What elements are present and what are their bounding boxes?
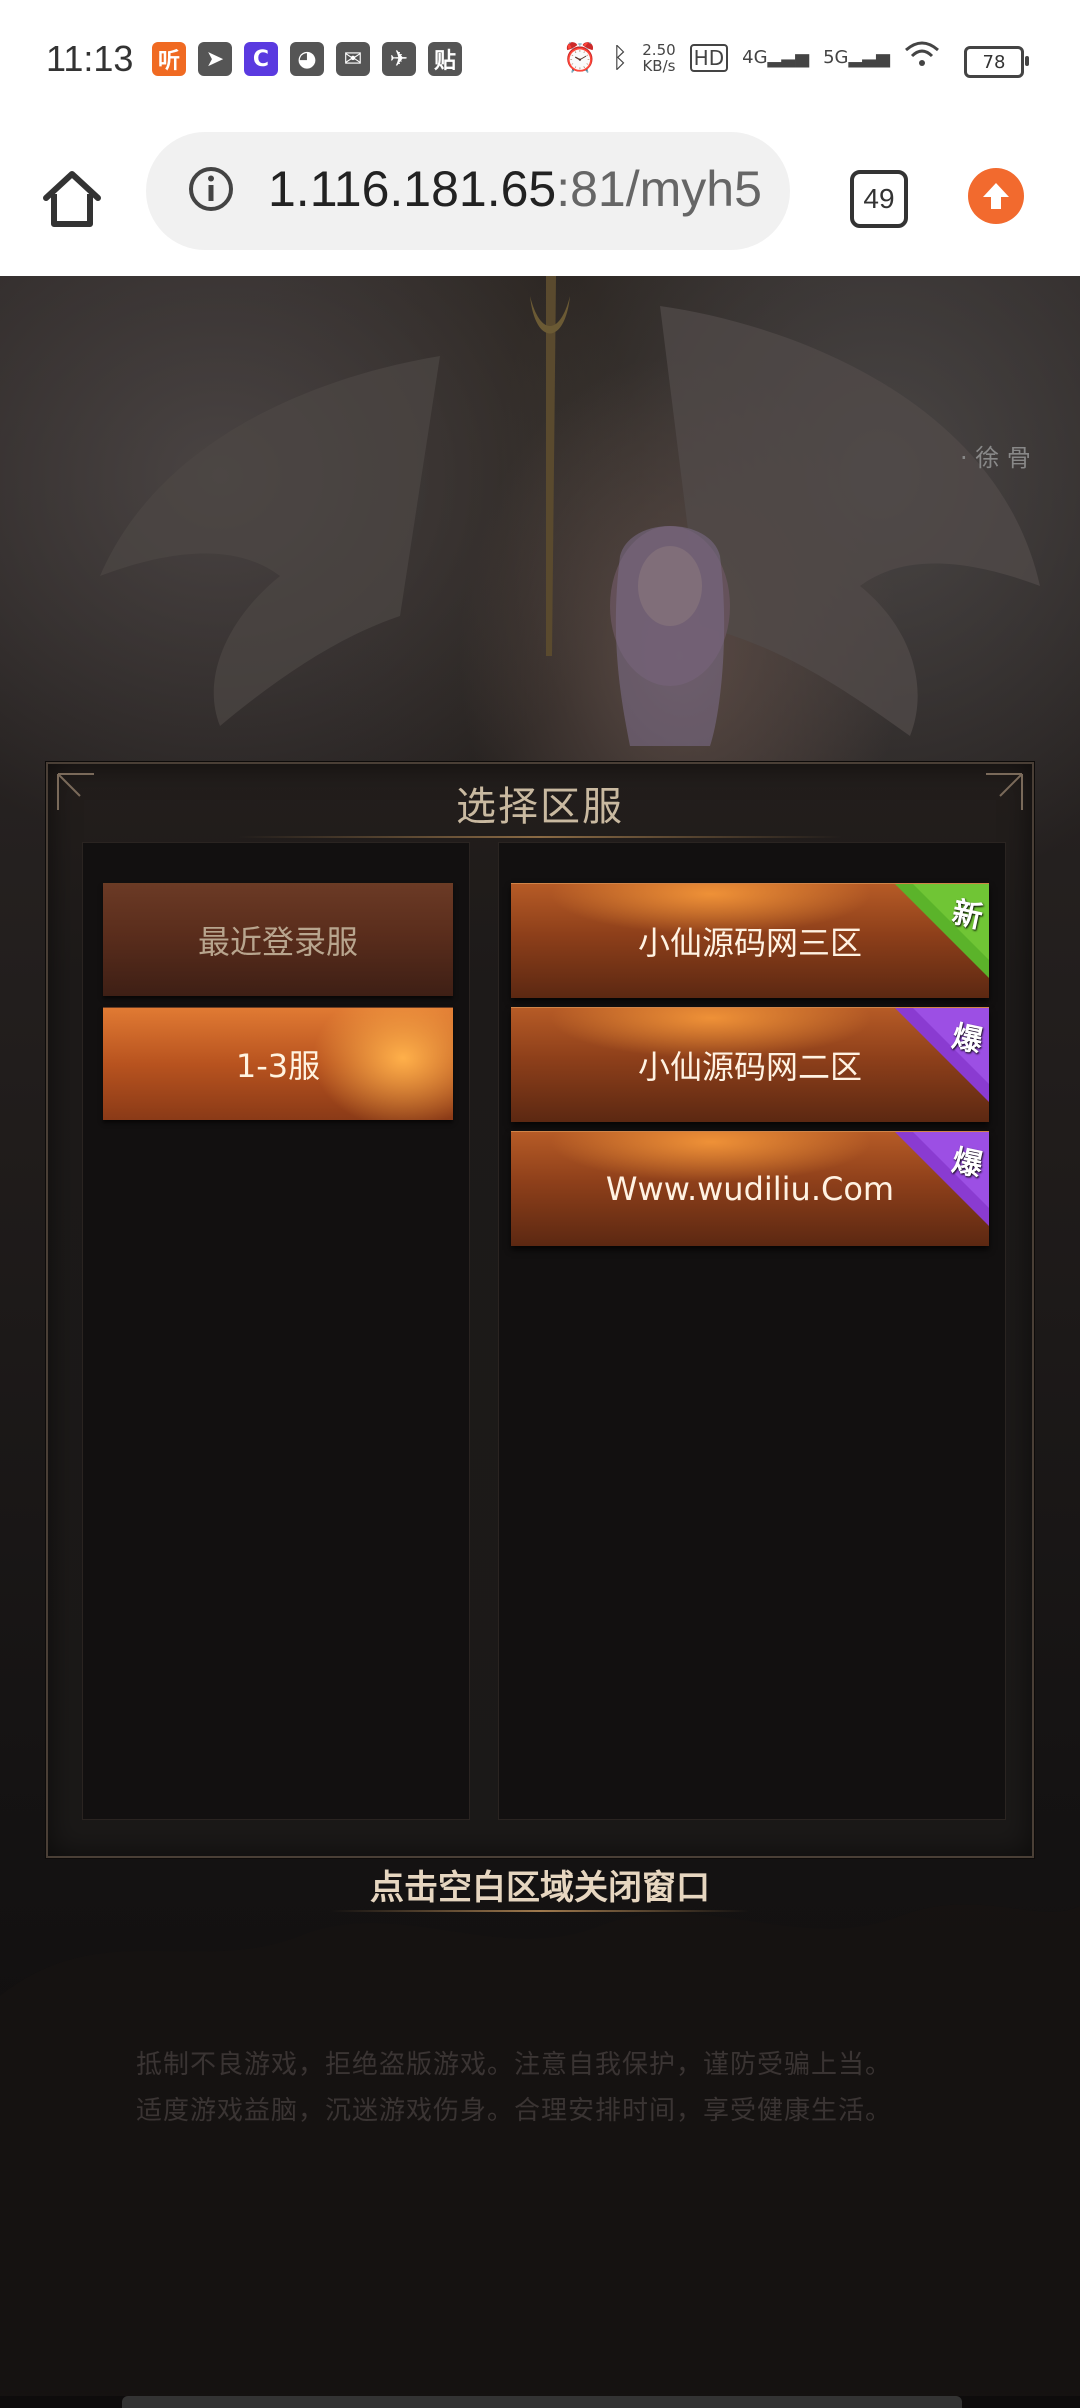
background-wing-left xyxy=(100,356,440,726)
signal-5g-icon: 5G▂▃▅ xyxy=(823,47,890,68)
server-name: 小仙源码网二区 xyxy=(637,1048,862,1086)
url-host: 1.116.181.65 xyxy=(268,161,557,217)
server-list: 小仙源码网三区 新 小仙源码网二区 爆 Www.wudiliu.Com 爆 xyxy=(498,842,1006,1820)
tab-recent-label: 最近登录服 xyxy=(197,923,358,961)
home-icon xyxy=(43,171,101,227)
tab-server-group-1-3[interactable]: 1-3服 xyxy=(103,1007,453,1120)
signal-4g-label: 4G xyxy=(742,47,768,68)
server-select-dialog: 选择区服 最近登录服 1-3服 小仙源码网三区 新 小仙源码网二区 爆 Www.… xyxy=(46,762,1034,1858)
telegram-icon: ➤ xyxy=(198,42,232,76)
site-info-icon[interactable] xyxy=(188,166,234,212)
health-notice-line-1: 抵制不良游戏，拒绝盗版游戏。注意自我保护，谨防受骗上当。 xyxy=(136,2050,893,2080)
update-button[interactable] xyxy=(968,168,1024,224)
tab-switcher-button[interactable]: 49 xyxy=(850,170,908,228)
signal-4g-icon: 4G▂▃▅ xyxy=(742,47,810,68)
wifi-icon xyxy=(904,40,940,75)
alarm-icon: ⏰ xyxy=(562,41,598,74)
background-signature: · 徐 骨 xyxy=(960,444,1031,472)
battery-icon: 78 xyxy=(964,46,1029,78)
title-divider xyxy=(238,836,842,838)
tab-group-label: 1-3服 xyxy=(235,1047,321,1085)
health-notice-line-2: 适度游戏益脑，沉迷游戏伤身。合理安排时间，享受健康生活。 xyxy=(136,2096,893,2126)
browser-toolbar: 1.116.181.65:81/myh5 49 xyxy=(0,120,1080,276)
address-bar[interactable]: 1.116.181.65:81/myh5 xyxy=(146,132,790,250)
signal-5g-label: 5G xyxy=(823,47,849,68)
notification-icons: 听 ➤ C ◕ ✉ ✈ 贴 xyxy=(152,42,462,76)
dialog-title: 选择区服 xyxy=(456,784,624,830)
server-item[interactable]: Www.wudiliu.Com 爆 xyxy=(511,1131,989,1246)
network-speed: 2.50 KB/s xyxy=(642,42,675,74)
server-item[interactable]: 小仙源码网三区 新 xyxy=(511,883,989,998)
system-icons: ⏰ ᛒ 2.50 KB/s HD 4G▂▃▅ 5G▂▃▅ xyxy=(563,40,940,75)
battery-level: 78 xyxy=(982,51,1006,73)
server-group-list: 最近登录服 1-3服 xyxy=(82,842,470,1820)
app-c-icon: C xyxy=(244,42,278,76)
status-time: 11:13 xyxy=(46,38,134,79)
url-text[interactable]: 1.116.181.65:81/myh5 xyxy=(268,160,778,218)
bird-icon: ✈ xyxy=(382,42,416,76)
game-canvas[interactable]: · 徐 骨 选择区服 最近登录服 1-3服 小仙源码网三区 新 小仙源码网二区 … xyxy=(0,276,1080,2408)
background-character xyxy=(610,526,730,746)
server-item[interactable]: 小仙源码网二区 爆 xyxy=(511,1007,989,1122)
arrow-up-icon xyxy=(983,183,1009,209)
status-bar: 11:13 听 ➤ C ◕ ✉ ✈ 贴 ⏰ ᛒ 2.50 KB/s HD 4G▂▃▅ 5G▂… xyxy=(0,0,1080,120)
tab-recent-servers[interactable]: 最近登录服 xyxy=(103,883,453,996)
bluetooth-icon: ᛒ xyxy=(611,41,629,74)
home-button[interactable] xyxy=(36,162,108,234)
mail-icon: ✉ xyxy=(336,42,370,76)
url-path: :81/myh5 xyxy=(556,161,762,217)
tab-count: 49 xyxy=(863,183,895,214)
close-window-hint[interactable]: 点击空白区域关闭窗口 xyxy=(0,1860,1080,1909)
app-penguin-icon: ◕ xyxy=(290,42,324,76)
close-hint-divider xyxy=(330,1910,750,1912)
hd-label: HD xyxy=(693,45,725,70)
hd-icon: HD xyxy=(689,43,729,72)
server-name: 小仙源码网三区 xyxy=(637,924,862,962)
net-speed-unit: KB/s xyxy=(642,56,676,75)
gesture-bar[interactable] xyxy=(122,2396,962,2408)
app-ting-icon: 听 xyxy=(152,42,186,76)
app-tie-icon: 贴 xyxy=(428,42,462,76)
server-name: Www.wudiliu.Com xyxy=(605,1170,895,1208)
